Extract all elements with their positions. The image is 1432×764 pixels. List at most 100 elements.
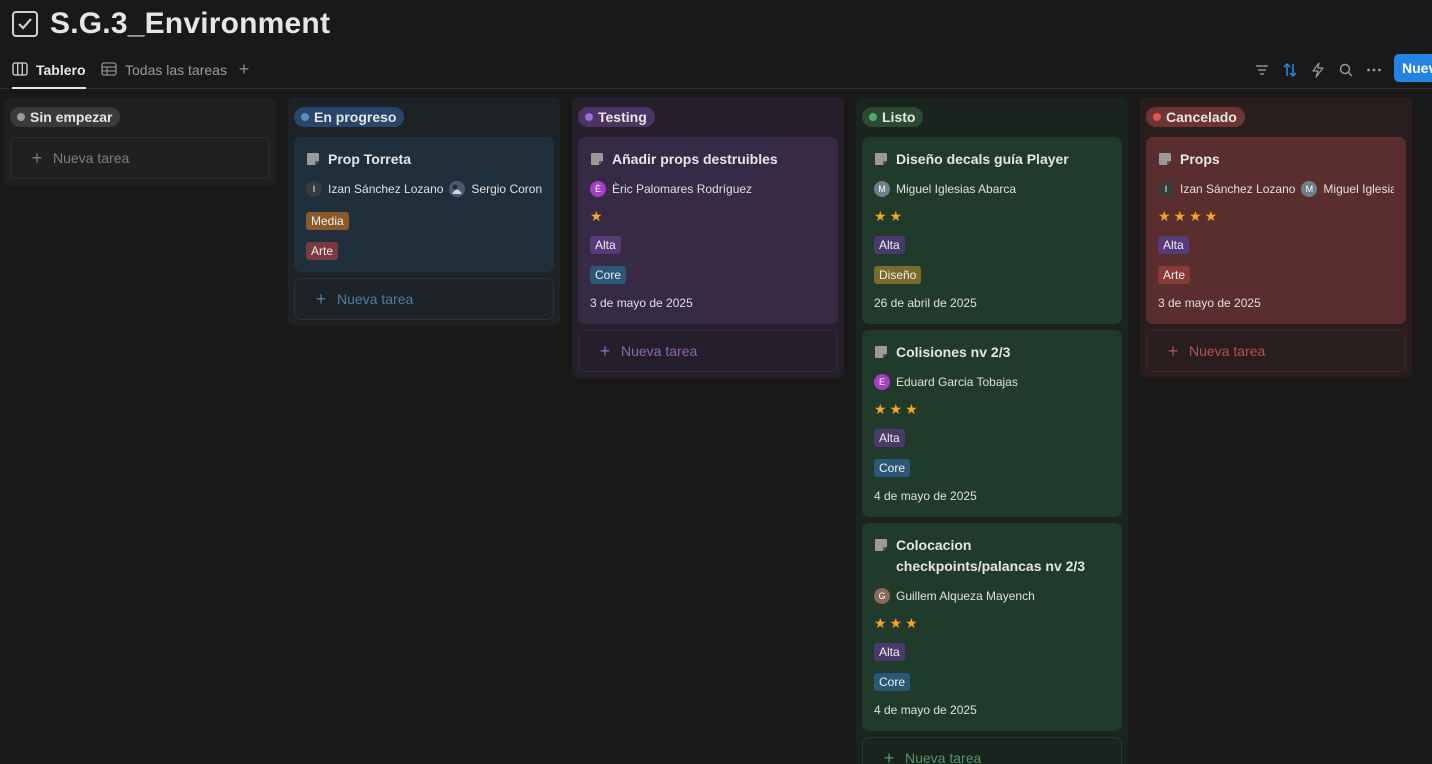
card-title: Prop Torreta xyxy=(328,151,411,167)
tag: Core xyxy=(874,459,911,477)
assignees: G Guillem Alqueza Mayench xyxy=(874,587,1110,605)
tag: Alta xyxy=(874,236,905,254)
card-title: Diseño decals guía Player xyxy=(896,151,1069,167)
status-label: En progreso xyxy=(314,109,397,125)
status-label: Cancelado xyxy=(1166,109,1237,125)
card-title: Colocacion checkpoints/palancas nv 2/3 xyxy=(896,537,1086,574)
tag-row: Core xyxy=(874,459,1110,477)
tag: Arte xyxy=(306,242,339,260)
table-icon xyxy=(101,61,117,79)
tag-row: Diseño xyxy=(874,266,1110,284)
assignee: M Miguel Iglesias Abarca xyxy=(874,181,1016,197)
page-title: S.G.3_Environment xyxy=(50,7,331,40)
task-card[interactable]: Prop Torreta I Izan Sánchez Lozano Sergio C… xyxy=(294,137,554,272)
sort-icon[interactable] xyxy=(1280,60,1300,80)
task-card[interactable]: Diseño decals guía Player M Miguel Iglesia… xyxy=(862,137,1122,324)
column-header: Listo xyxy=(862,103,1122,131)
task-card[interactable]: Colocacion checkpoints/palancas nv 2/3 G G… xyxy=(862,523,1122,731)
tab-todas-las-tareas[interactable]: Todas las tareas xyxy=(101,52,227,88)
tag-row: Alta xyxy=(590,236,826,254)
tab-label: Tablero xyxy=(36,62,86,78)
more-icon[interactable] xyxy=(1364,60,1384,80)
task-card[interactable]: Colisiones nv 2/3 E Eduard Garcia Tobajas ★… xyxy=(862,330,1122,517)
tag: Alta xyxy=(874,643,905,661)
assignees: I Izan Sánchez Lozano M Miguel Iglesias Aba… xyxy=(1158,180,1394,198)
tag: Alta xyxy=(590,236,621,254)
document-icon xyxy=(874,345,888,359)
card-date: 26 de abril de 2025 xyxy=(874,296,977,310)
priority-stars: ★★ xyxy=(874,208,906,224)
tag: Media xyxy=(306,212,349,230)
assignee-name: Izan Sánchez Lozano xyxy=(1180,182,1296,196)
document-icon xyxy=(874,538,888,552)
priority-stars: ★★★ xyxy=(874,401,921,417)
status-badge[interactable]: Testing xyxy=(578,107,655,127)
column-header: Testing xyxy=(578,103,838,131)
tag: Alta xyxy=(1158,236,1189,254)
tag-row: Alta xyxy=(874,236,1110,254)
assignees: È Èric Palomares Rodríguez xyxy=(590,180,826,198)
task-card[interactable]: Añadir props destruibles È Èric Palomares … xyxy=(578,137,838,324)
tag: Core xyxy=(874,673,911,691)
status-badge[interactable]: Sin empezar xyxy=(10,107,121,127)
column-header: En progreso xyxy=(294,103,554,131)
avatar: I xyxy=(306,181,322,197)
assignee: E Eduard Garcia Tobajas xyxy=(874,374,1018,390)
tab-tablero[interactable]: Tablero xyxy=(12,52,86,89)
new-task-button[interactable]: + Nueva tarea xyxy=(1146,330,1406,372)
new-task-button[interactable]: + Nueva tarea xyxy=(862,737,1122,764)
status-badge[interactable]: En progreso xyxy=(294,107,405,127)
card-title-row: Props xyxy=(1158,149,1394,170)
search-icon[interactable] xyxy=(1336,60,1356,80)
tag-row: Arte xyxy=(1158,266,1394,284)
assignees: I Izan Sánchez Lozano Sergio Corona xyxy=(306,180,542,198)
new-task-button[interactable]: + Nueva tarea xyxy=(294,278,554,320)
automation-icon[interactable] xyxy=(1308,60,1328,80)
tag-row: Core xyxy=(874,673,1110,691)
document-icon xyxy=(306,152,320,166)
new-task-label: Nueva tarea xyxy=(53,150,130,166)
column-testing: Testing Añadir props destruibles È Èric Pal… xyxy=(572,97,844,378)
avatar: È xyxy=(590,181,606,197)
tab-label: Todas las tareas xyxy=(125,62,227,78)
tag: Alta xyxy=(874,429,905,447)
card-title-row: Prop Torreta xyxy=(306,149,542,170)
priority-stars: ★ xyxy=(590,208,606,224)
assignee: G Guillem Alqueza Mayench xyxy=(874,588,1035,604)
column-sin-empezar: Sin empezar + Nueva tarea xyxy=(4,97,276,185)
status-dot-icon xyxy=(1153,113,1161,121)
document-icon xyxy=(590,152,604,166)
assignee-name: Guillem Alqueza Mayench xyxy=(896,589,1035,603)
card-title: Colisiones nv 2/3 xyxy=(896,344,1011,360)
column-cancelado: Cancelado Props I Izan Sánchez Lozano M Migue… xyxy=(1140,97,1412,378)
new-task-button[interactable]: + Nueva tarea xyxy=(578,330,838,372)
task-card[interactable]: Props I Izan Sánchez Lozano M Miguel Iglesia… xyxy=(1146,137,1406,324)
status-badge[interactable]: Cancelado xyxy=(1146,107,1245,127)
new-button[interactable]: Nuevo xyxy=(1394,54,1432,82)
new-task-label: Nueva tarea xyxy=(905,750,982,764)
new-task-label: Nueva tarea xyxy=(337,291,414,307)
tag-row: Alta xyxy=(1158,236,1394,254)
document-icon xyxy=(1158,152,1172,166)
plus-icon: + xyxy=(31,147,43,168)
priority-stars: ★★★★ xyxy=(1158,208,1221,224)
card-date: 4 de mayo de 2025 xyxy=(874,489,977,503)
status-dot-icon xyxy=(585,113,593,121)
status-badge[interactable]: Listo xyxy=(862,107,924,127)
avatar: E xyxy=(874,374,890,390)
status-dot-icon xyxy=(869,113,877,121)
view-bar: Tablero Todas las tareas + xyxy=(0,52,1432,89)
card-title-row: Añadir props destruibles xyxy=(590,149,826,170)
new-task-button[interactable]: + Nueva tarea xyxy=(10,137,270,179)
add-view-icon[interactable]: + xyxy=(235,58,253,80)
board-icon xyxy=(12,61,28,79)
column-header: Cancelado xyxy=(1146,103,1406,131)
status-dot-icon xyxy=(17,113,25,121)
card-title: Props xyxy=(1180,151,1220,167)
filter-icon[interactable] xyxy=(1252,60,1272,80)
card-title-row: Colocacion checkpoints/palancas nv 2/3 xyxy=(874,535,1110,577)
new-task-label: Nueva tarea xyxy=(621,343,698,359)
avatar: G xyxy=(874,588,890,604)
avatar: I xyxy=(1158,181,1174,197)
avatar xyxy=(449,181,466,197)
